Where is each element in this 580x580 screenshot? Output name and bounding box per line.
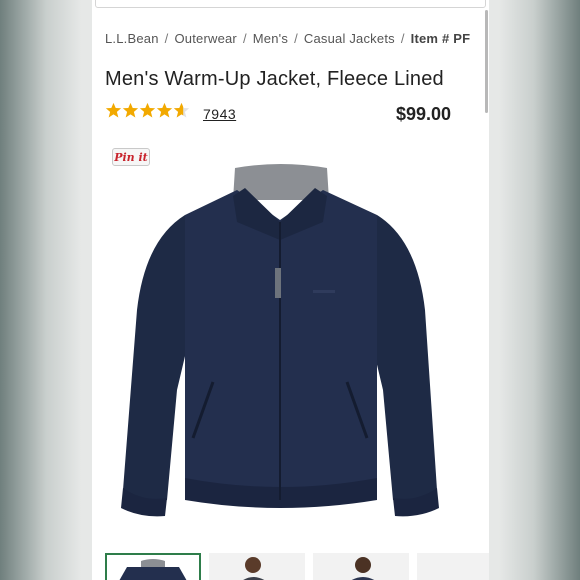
breadcrumb-llbean[interactable]: L.L.Bean bbox=[105, 31, 159, 46]
thumbnail-strip bbox=[105, 553, 489, 580]
breadcrumb-casual-jackets[interactable]: Casual Jackets bbox=[304, 31, 395, 46]
star-icon bbox=[105, 102, 122, 118]
product-image[interactable] bbox=[115, 160, 445, 520]
thumbnail-model-image bbox=[351, 557, 375, 580]
product-title: Men's Warm-Up Jacket, Fleece Lined bbox=[105, 68, 444, 90]
star-icon bbox=[139, 102, 156, 118]
star-half-icon bbox=[173, 102, 190, 118]
thumbnail-model-image bbox=[243, 557, 265, 580]
breadcrumb-mens[interactable]: Men's bbox=[253, 31, 288, 46]
product-page: L.L.Bean / Outerwear / Men's / Casual Jackets /… bbox=[92, 0, 489, 580]
scrollbar[interactable] bbox=[485, 10, 488, 113]
star-icon bbox=[156, 102, 173, 118]
review-count-link[interactable]: 7943 bbox=[203, 106, 236, 122]
item-number: Item # PF bbox=[410, 31, 471, 46]
breadcrumb-separator: / bbox=[242, 31, 247, 46]
thumbnail-3[interactable] bbox=[313, 553, 409, 580]
thumbnail-4[interactable] bbox=[417, 553, 489, 580]
breadcrumb-outerwear[interactable]: Outerwear bbox=[174, 31, 237, 46]
star-icon bbox=[122, 102, 139, 118]
product-price: $99.00 bbox=[396, 104, 452, 124]
breadcrumb-separator: / bbox=[294, 31, 298, 46]
thumbnail-jacket-image bbox=[119, 559, 187, 580]
thumbnail-2[interactable] bbox=[209, 553, 305, 580]
breadcrumb-separator: / bbox=[400, 31, 405, 46]
star-rating[interactable] bbox=[105, 102, 190, 119]
breadcrumb-separator: / bbox=[164, 31, 169, 46]
breadcrumb: L.L.Bean / Outerwear / Men's / Casual Jackets /… bbox=[105, 31, 477, 46]
thumbnail-1[interactable] bbox=[105, 553, 201, 580]
search-field[interactable] bbox=[95, 0, 486, 8]
